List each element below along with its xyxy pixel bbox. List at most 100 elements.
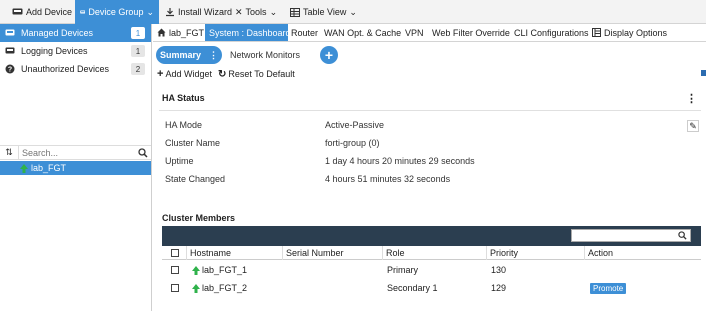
table-icon: [290, 7, 300, 17]
plus-icon: +: [157, 68, 164, 80]
status-up-icon: [20, 163, 28, 173]
display-options-icon: [592, 28, 601, 37]
tab-label: lab_FGT: [169, 27, 205, 38]
add-dashboard-button[interactable]: +: [320, 46, 338, 64]
ha-status-widget: HA Status ⋮ ✎ HA Mode Active-Passive Clu…: [159, 88, 701, 311]
role-cell: Secondary 1: [387, 283, 438, 293]
summary-tab[interactable]: Summary ⋮: [156, 46, 222, 64]
home-icon: [157, 28, 166, 37]
divider: [159, 110, 701, 111]
uptime-value: 1 day 4 hours 20 minutes 29 seconds: [325, 156, 475, 166]
search-icon[interactable]: [678, 231, 687, 240]
tab-vpn[interactable]: VPN: [405, 24, 424, 41]
tab-wan-opt-cache[interactable]: WAN Opt. & Cache: [324, 24, 401, 41]
column-header-role[interactable]: Role: [382, 246, 486, 260]
chevron-down-icon: ⌄: [349, 6, 357, 17]
add-widget-label: Add Widget: [165, 69, 212, 79]
tab-cli-configurations[interactable]: CLI Configurations: [514, 24, 589, 41]
table-view-menu[interactable]: Table View ⌄: [290, 0, 357, 24]
cluster-members-title: Cluster Members: [162, 213, 236, 223]
plus-icon: +: [324, 47, 334, 63]
tab-display-options[interactable]: Display Options: [592, 24, 667, 41]
svg-text:?: ?: [8, 67, 12, 74]
summary-tab-label: Summary: [159, 50, 202, 60]
hostname-cell: lab_FGT_2: [192, 279, 247, 297]
refresh-icon: ↻: [218, 68, 227, 80]
install-icon: [166, 8, 174, 17]
panel-toggle-icon[interactable]: [701, 70, 706, 76]
hostname-cell: lab_FGT_1: [192, 261, 247, 279]
reset-to-default-button[interactable]: ↻ Reset To Default: [218, 66, 295, 82]
uptime-label: Uptime: [165, 156, 194, 166]
tab-device-home[interactable]: lab_FGT: [157, 24, 204, 41]
tab-label: System : Dashboard: [209, 27, 291, 38]
add-device-button[interactable]: Add Device: [12, 0, 72, 24]
checkbox[interactable]: [171, 249, 179, 257]
count-badge: 1: [131, 45, 145, 57]
edit-icon[interactable]: ✎: [687, 120, 699, 132]
priority-cell: 129: [491, 283, 507, 293]
device-tab-bar: lab_FGT System : Dashboard Router WAN Op…: [153, 24, 706, 42]
left-panel: Managed Devices 1 Logging Devices 1 ? Un…: [0, 24, 152, 311]
sort-icon[interactable]: ⇅: [0, 147, 18, 158]
column-header-priority[interactable]: Priority: [486, 246, 584, 260]
tab-web-filter-override[interactable]: Web Filter Override: [432, 24, 510, 41]
column-label: Serial Number: [286, 248, 344, 258]
top-toolbar: Add Device Device Group ⌄ Install Wizard…: [0, 0, 706, 24]
column-label: Action: [588, 248, 614, 258]
column-header-hostname[interactable]: Hostname: [186, 246, 282, 260]
table-row[interactable]: lab_FGT_2 Secondary 1 129 Promote: [162, 279, 701, 297]
cluster-search-input[interactable]: [571, 229, 691, 242]
table-row[interactable]: lab_FGT_1 Primary 130: [162, 261, 701, 279]
sidebar-item-label: Logging Devices: [21, 46, 88, 56]
tab-system-dashboard[interactable]: System : Dashboard: [205, 24, 291, 41]
tools-menu[interactable]: ✕ Tools ⌄: [235, 0, 277, 24]
chevron-down-icon: ⌄: [269, 6, 278, 17]
column-label: Priority: [490, 248, 519, 258]
tab-label: CLI Configurations: [514, 27, 589, 38]
tools-label: Tools: [245, 7, 267, 17]
sidebar-item-unauthorized-devices[interactable]: ? Unauthorized Devices 2: [0, 60, 151, 78]
tree-item-lab-fgt[interactable]: lab_FGT: [0, 161, 151, 175]
tree-item-label: lab_FGT: [31, 163, 67, 173]
dashboard-actions: + Add Widget ↻ Reset To Default: [153, 66, 706, 82]
tab-label: Router: [291, 27, 319, 38]
row-checkbox[interactable]: [171, 279, 179, 297]
tab-label: Web Filter Override: [432, 27, 510, 38]
status-up-icon: [192, 283, 200, 293]
widget-menu-icon[interactable]: ⋮: [686, 92, 697, 105]
install-wizard-button[interactable]: Install Wizard: [165, 0, 232, 24]
priority-cell: 130: [491, 265, 507, 275]
hostname-text: lab_FGT_1: [202, 265, 248, 275]
tree-search-input[interactable]: [18, 146, 136, 159]
ha-mode-label: HA Mode: [165, 120, 203, 130]
widget-title: HA Status: [162, 93, 205, 103]
device-group-label: Device Group: [88, 7, 144, 17]
column-header-serial-number[interactable]: Serial Number: [282, 246, 382, 260]
reset-label: Reset To Default: [228, 69, 295, 79]
network-monitors-tab[interactable]: Network Monitors: [230, 46, 300, 64]
sidebar-item-managed-devices[interactable]: Managed Devices 1: [0, 24, 151, 42]
promote-button[interactable]: Promote: [590, 282, 627, 294]
more-vertical-icon[interactable]: ⋮: [209, 50, 218, 61]
tree-search-row: ⇅: [0, 145, 151, 160]
state-changed-label: State Changed: [165, 174, 226, 184]
state-changed-value: 4 hours 51 minutes 32 seconds: [325, 174, 451, 184]
device-icon: [5, 47, 15, 54]
tab-router[interactable]: Router: [291, 24, 318, 41]
column-header-action[interactable]: Action: [584, 246, 691, 260]
select-all-checkbox[interactable]: [168, 246, 179, 260]
row-checkbox[interactable]: [171, 261, 179, 279]
network-monitors-label: Network Monitors: [230, 50, 301, 60]
device-icon: [12, 8, 23, 14]
checkbox[interactable]: [171, 284, 179, 292]
sidebar-item-logging-devices[interactable]: Logging Devices 1: [0, 42, 151, 60]
checkbox[interactable]: [171, 266, 179, 274]
tab-label: VPN: [405, 27, 424, 38]
device-group-button[interactable]: Device Group ⌄: [75, 0, 159, 24]
search-icon[interactable]: [138, 147, 148, 158]
hostname-text: lab_FGT_2: [202, 283, 248, 293]
chevron-down-icon: ⌄: [146, 6, 154, 17]
ha-mode-value: Active-Passive: [325, 120, 385, 130]
add-widget-button[interactable]: + Add Widget: [157, 66, 212, 82]
